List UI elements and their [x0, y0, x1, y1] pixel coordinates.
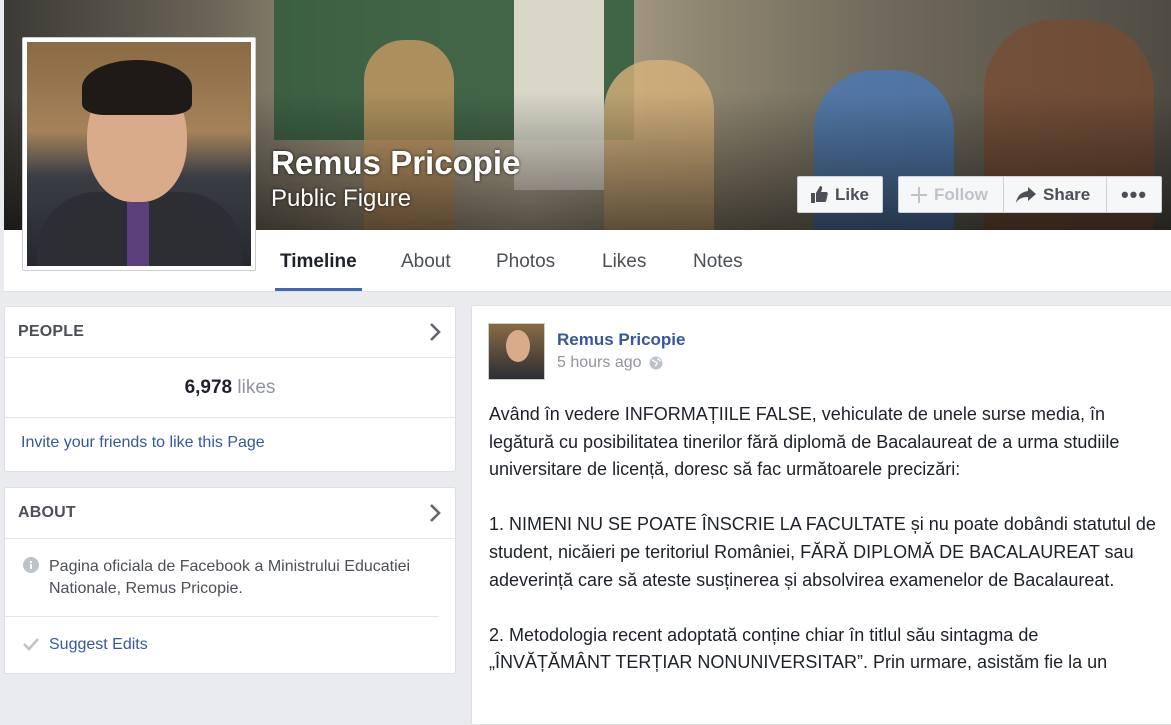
about-description: Pagina oficiala de Facebook a Ministrulu…	[49, 558, 411, 597]
post-body: Având în vedere INFORMAȚIILE FALSE, vehi…	[489, 401, 1159, 705]
tab-likes[interactable]: Likes	[602, 230, 646, 291]
plus-icon	[911, 186, 927, 203]
follow-button[interactable]: Follow	[898, 176, 1003, 213]
post-paragraph: 1. NIMENI NU SE POATE ÎNSCRIE LA FACULTA…	[489, 514, 1156, 590]
follow-label: Follow	[934, 184, 988, 204]
invite-row: Invite your friends to like this Page	[5, 418, 455, 452]
page-title[interactable]: Remus Pricopie	[271, 144, 520, 182]
profile-photo-hair	[82, 60, 192, 115]
likes-unit: likes	[237, 377, 276, 398]
page-category: Public Figure	[271, 185, 412, 212]
share-label: Share	[1043, 184, 1091, 204]
page-action-group: Follow Share •••	[898, 176, 1162, 213]
timeline-post: Remus Pricopie 5 hours ago Având în vede…	[471, 305, 1171, 725]
post-author-name[interactable]: Remus Pricopie	[557, 330, 686, 350]
chevron-right-icon[interactable]	[429, 323, 441, 346]
post-author-avatar[interactable]	[488, 323, 545, 380]
about-title: ABOUT	[18, 504, 76, 521]
suggest-edits-link[interactable]: Suggest Edits	[49, 636, 148, 653]
people-card: PEOPLE 6,978 likes Invite your friends t…	[4, 306, 456, 472]
likes-count: 6,978	[184, 377, 233, 398]
profile-photo-tie	[127, 202, 149, 266]
ellipsis-icon: •••	[1120, 181, 1148, 207]
share-arrow-icon	[1016, 186, 1036, 203]
post-timestamp[interactable]: 5 hours ago	[557, 354, 642, 372]
avatar-face	[506, 330, 530, 362]
tab-photos[interactable]: Photos	[496, 230, 555, 291]
globe-icon[interactable]	[649, 356, 663, 370]
post-timestamp-row: 5 hours ago	[557, 354, 663, 372]
cover-actions: Like Follow Share •••	[797, 176, 1162, 213]
share-button[interactable]: Share	[1003, 176, 1106, 213]
tab-notes[interactable]: Notes	[693, 230, 743, 291]
people-title: PEOPLE	[18, 323, 85, 340]
about-card: ABOUT Pagina oficiala de Facebook a Mini…	[4, 487, 456, 674]
like-label: Like	[835, 184, 870, 204]
chevron-right-icon[interactable]	[429, 504, 441, 527]
info-icon	[23, 557, 39, 580]
post-paragraph: 2. Metodologia recent adoptată conține c…	[489, 624, 1108, 673]
invite-friends-link[interactable]: Invite your friends to like this Page	[21, 434, 265, 451]
like-button[interactable]: Like	[797, 176, 883, 213]
tab-about[interactable]: About	[401, 230, 451, 291]
profile-picture[interactable]	[22, 37, 256, 271]
about-card-header[interactable]: ABOUT	[5, 488, 455, 539]
more-options-button[interactable]: •••	[1106, 176, 1162, 213]
checkmark-icon	[23, 636, 39, 658]
about-description-row: Pagina oficiala de Facebook a Ministrulu…	[5, 539, 439, 617]
likes-count-row: 6,978 likes	[5, 358, 455, 418]
post-paragraph: Având în vedere INFORMAȚIILE FALSE, vehi…	[489, 404, 1120, 480]
suggest-edits-row: Suggest Edits	[5, 617, 455, 672]
tab-timeline[interactable]: Timeline	[275, 230, 362, 291]
thumbs-up-icon	[810, 186, 828, 203]
profile-photo	[27, 42, 251, 266]
people-card-header[interactable]: PEOPLE	[5, 307, 455, 358]
